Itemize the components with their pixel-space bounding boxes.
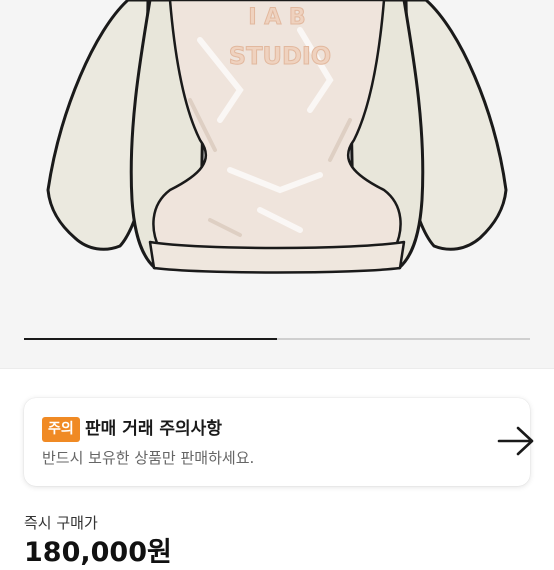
print-text-top: I A B	[248, 5, 305, 30]
image-slide-indicator-fill	[24, 338, 277, 340]
product-image-carousel[interactable]: I A B STUDIO	[0, 0, 554, 368]
section-divider	[0, 368, 554, 369]
price-label: 즉시 구매가	[24, 514, 98, 532]
price-value: 180,000원	[24, 537, 172, 568]
arrow-right-icon[interactable]	[496, 424, 536, 458]
notice-subtitle: 반드시 보유한 상품만 판매하세요.	[42, 449, 255, 467]
caution-badge: 주의	[42, 417, 80, 442]
notice-title: 판매 거래 주의사항	[85, 419, 222, 439]
image-slide-indicator	[24, 338, 530, 340]
print-text-bottom: STUDIO	[229, 42, 331, 70]
jacket-image: I A B STUDIO	[46, 0, 508, 274]
sales-notice-card[interactable]: 주의 판매 거래 주의사항 반드시 보유한 상품만 판매하세요.	[24, 398, 534, 486]
